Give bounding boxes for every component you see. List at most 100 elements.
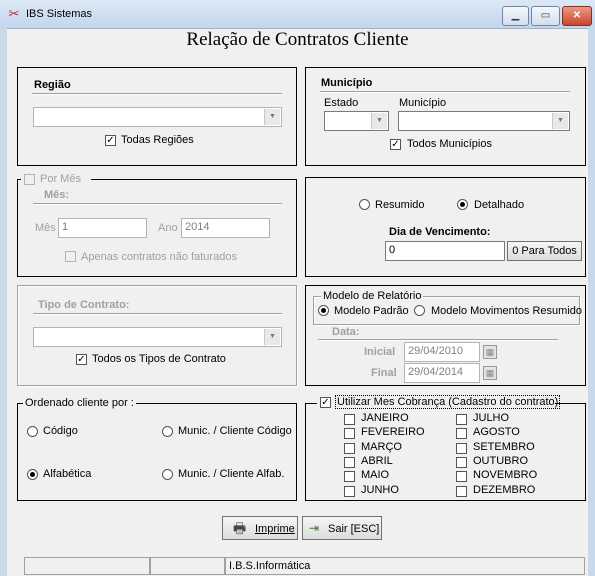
utilizar-mes-cobranca-checkbox[interactable]: ✓ [320, 397, 331, 408]
regiao-divider [32, 93, 282, 95]
inicial-label: Inicial [364, 346, 396, 358]
detalhado-label: Detalhado [474, 199, 525, 211]
printer-icon: 🖶 [233, 520, 247, 536]
month-label: MARÇO [361, 440, 402, 453]
ordenado-legend: Ordenado cliente por : [23, 397, 136, 409]
mes-input[interactable]: 1 [58, 218, 147, 238]
ordem-alfabetica-label: Alfabética [43, 468, 92, 480]
exit-door-icon: ⇥ [309, 521, 320, 535]
zero-para-todos-button[interactable]: 0 Para Todos [507, 241, 582, 261]
data-section-title: Data: [332, 326, 360, 338]
month-checkbox-novembro[interactable] [456, 471, 467, 483]
modelo-movimentos-label: Modelo Movimentos Resumido [431, 305, 583, 317]
month-checkbox-junho[interactable] [344, 485, 355, 497]
todos-municipios-label: Todos Municípios [407, 138, 492, 150]
sair-button[interactable]: ⇥ Sair [ESC] [302, 516, 382, 540]
apenas-nao-faturados-label: Apenas contratos não faturados [81, 251, 237, 263]
window-frame-right [588, 28, 595, 576]
chevron-down-icon: ▼ [264, 109, 280, 125]
month-checkbox-agosto[interactable] [456, 428, 467, 440]
month-label: DEZEMBRO [473, 483, 536, 496]
month-label: ABRIL [361, 454, 393, 467]
todos-municipios-checkbox[interactable]: ✓ [390, 139, 401, 150]
modelo-movimentos-radio[interactable] [414, 305, 425, 316]
resumido-label: Resumido [375, 199, 425, 211]
ordem-codigo-radio[interactable] [27, 426, 38, 437]
tipo-contrato-divider [33, 313, 282, 315]
apenas-nao-faturados-checkbox[interactable] [65, 251, 76, 262]
todas-regioes-label: Todas Regiões [121, 134, 194, 146]
month-label: JANEIRO [361, 412, 409, 424]
calendar-icon[interactable]: ▦ [483, 366, 497, 380]
month-checkbox-julho[interactable] [456, 414, 467, 425]
ano-input[interactable]: 2014 [181, 218, 270, 238]
month-checkbox-janeiro[interactable] [344, 414, 355, 425]
mes-label: Mês [35, 222, 56, 234]
dia-vencimento-input[interactable]: 0 [385, 241, 505, 261]
ordem-munic-codigo-radio[interactable] [162, 426, 173, 437]
data-divider [318, 339, 558, 341]
por-mes-label: Por Mês [40, 173, 81, 185]
chevron-down-icon: ▼ [264, 329, 280, 345]
modelo-padrao-radio[interactable] [318, 305, 329, 316]
imprime-label: Imprime [255, 523, 295, 535]
ordem-munic-alfab-label: Munic. / Cliente Alfab. [178, 468, 285, 480]
ordem-codigo-label: Código [43, 425, 78, 437]
minimize-button[interactable]: ▁ [502, 6, 529, 26]
dia-vencimento-label: Dia de Vencimento: [389, 226, 491, 238]
data-final-input[interactable]: 29/04/2014 [404, 363, 480, 383]
modelo-padrao-label: Modelo Padrão [334, 305, 409, 317]
regiao-select[interactable]: ▼ [33, 107, 282, 127]
utilizar-mes-cobranca-label: Utilizar Mes Cobrança (Cadastro do contr… [335, 395, 561, 409]
detalhado-radio[interactable] [457, 199, 468, 210]
tipo-contrato-select[interactable]: ▼ [33, 327, 282, 347]
todos-tipos-checkbox[interactable]: ✓ [76, 354, 87, 365]
status-company: I.B.S.Informática [225, 557, 585, 575]
form-title: Relação de Contratos Cliente [186, 29, 409, 50]
status-cell-2 [150, 557, 225, 575]
ibs-logo-icon: ✂ [8, 6, 20, 21]
imprime-button[interactable]: 🖶 Imprime [222, 516, 298, 540]
status-cell-1 [24, 557, 150, 575]
municipio-title: Município [321, 77, 373, 89]
resumido-radio[interactable] [359, 199, 370, 210]
month-label: MAIO [361, 469, 390, 482]
maximize-button[interactable]: ▭ [531, 6, 560, 26]
todos-tipos-label: Todos os Tipos de Contrato [92, 353, 226, 365]
month-checkbox-fevereiro[interactable] [344, 428, 355, 440]
month-checkbox-maio[interactable] [344, 471, 355, 483]
month-checkbox-outubro[interactable] [456, 456, 467, 468]
tipo-contrato-title: Tipo de Contrato: [38, 299, 130, 311]
month-checkbox-abril[interactable] [344, 456, 355, 468]
month-label: FEVEREIRO [361, 426, 425, 439]
month-checkbox-dezembro[interactable] [456, 485, 467, 497]
municipio-label: Município [399, 97, 447, 109]
estado-select[interactable]: ▼ [324, 111, 389, 131]
title-bar: ✂ IBS Sistemas ▁ ▭ ✕ [0, 0, 595, 29]
month-label: SETEMBRO [473, 440, 535, 453]
window-title: IBS Sistemas [26, 8, 93, 20]
chevron-down-icon: ▼ [552, 113, 568, 129]
sair-label: Sair [ESC] [328, 523, 380, 535]
todas-regioes-checkbox[interactable]: ✓ [105, 135, 116, 146]
chevron-down-icon: ▼ [371, 113, 387, 129]
month-checkbox-março[interactable] [344, 442, 355, 454]
month-label: AGOSTO [473, 426, 520, 439]
ordem-alfabetica-radio[interactable] [27, 469, 38, 480]
ano-label: Ano [158, 222, 178, 234]
estado-label: Estado [324, 97, 359, 109]
municipio-divider [320, 91, 570, 93]
ordem-munic-alfab-radio[interactable] [162, 469, 173, 480]
municipio-select[interactable]: ▼ [398, 111, 570, 131]
month-label: JULHO [473, 412, 510, 424]
close-button[interactable]: ✕ [562, 6, 592, 26]
ordenado-panel [17, 403, 297, 501]
month-checkbox-setembro[interactable] [456, 442, 467, 454]
por-mes-checkbox[interactable] [24, 174, 35, 185]
mes-section-title: Mês: [44, 189, 70, 201]
month-label: NOVEMBRO [473, 469, 538, 482]
mes-divider [33, 203, 282, 205]
data-inicial-input[interactable]: 29/04/2010 [404, 342, 480, 362]
window-frame-left [0, 28, 7, 576]
calendar-icon[interactable]: ▦ [483, 345, 497, 359]
